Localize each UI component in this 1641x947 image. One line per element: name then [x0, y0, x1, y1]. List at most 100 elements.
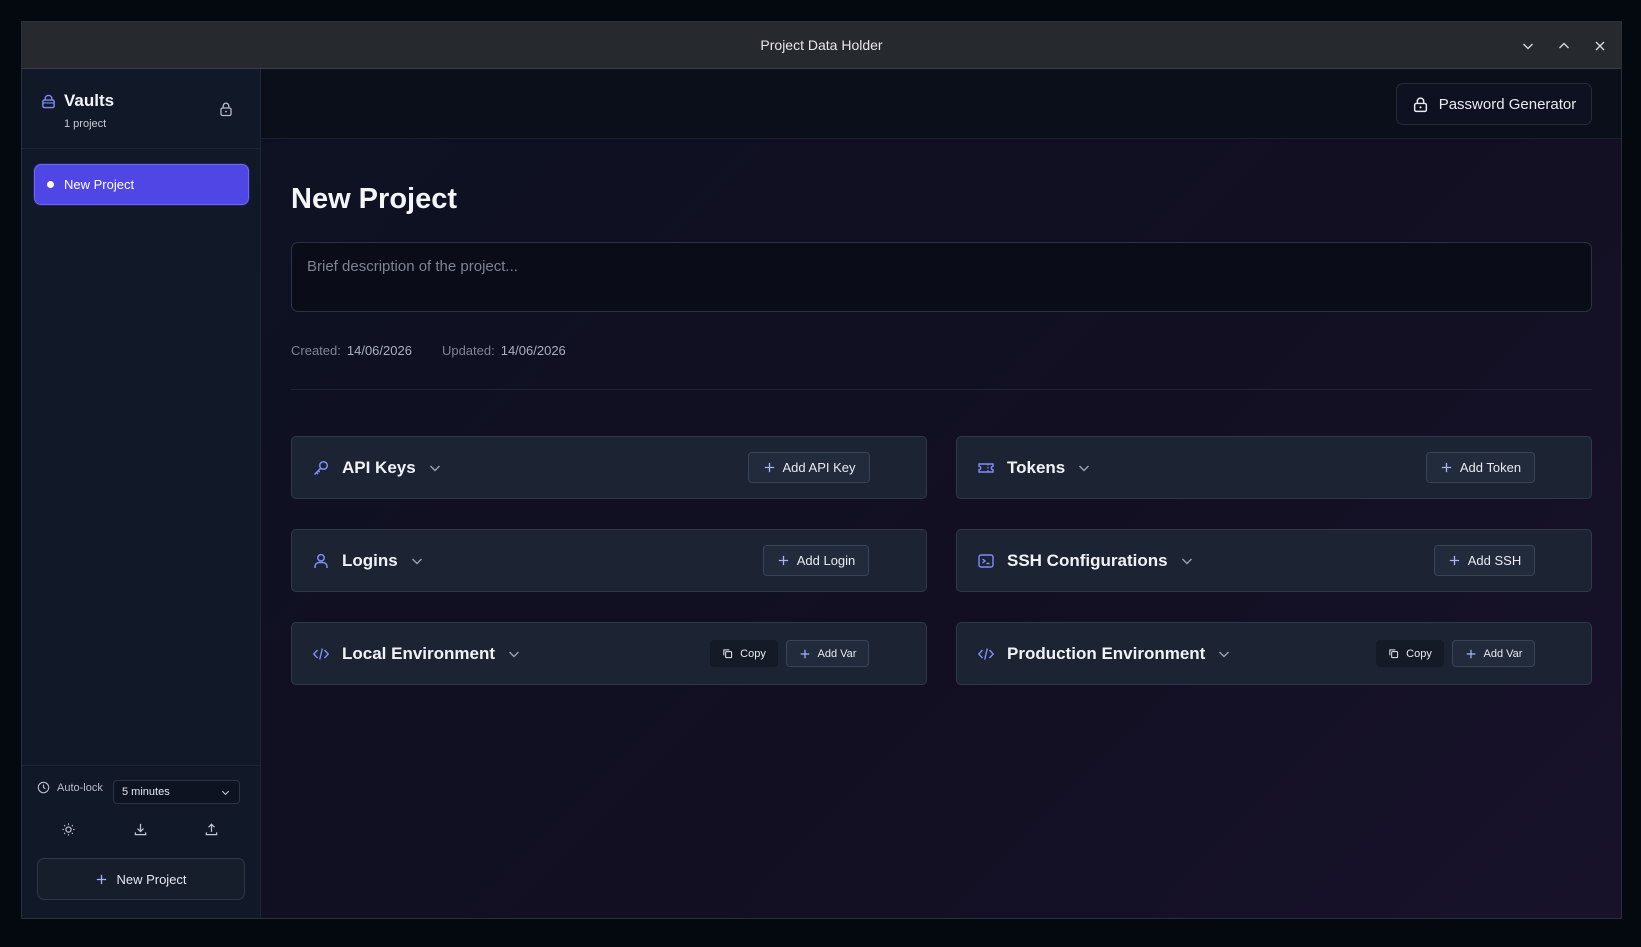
plus-icon: [1441, 462, 1452, 473]
sidebar-header: Vaults 1 project: [22, 69, 260, 149]
section-title: Tokens: [1007, 457, 1066, 477]
button-label: Copy: [740, 647, 766, 660]
chevron-down-icon: [1079, 465, 1090, 471]
section-header[interactable]: Logins: [312, 530, 424, 591]
add-login-button[interactable]: Add Login: [763, 545, 869, 576]
window-title: Project Data Holder: [760, 37, 883, 53]
maximize-button[interactable]: [1553, 35, 1575, 57]
theme-button[interactable]: [61, 822, 77, 838]
sidebar-item-new-project[interactable]: New Project: [34, 164, 249, 205]
copy-icon: [723, 649, 733, 659]
password-generator-button[interactable]: Password Generator: [1396, 83, 1592, 125]
password-generator-label: Password Generator: [1438, 95, 1577, 113]
chevron-down-icon: [411, 558, 422, 564]
vault-icon: [42, 94, 55, 108]
description-input[interactable]: [291, 242, 1592, 312]
ticket-icon: [978, 462, 994, 473]
minimize-button[interactable]: [1517, 35, 1539, 57]
import-button[interactable]: [133, 822, 149, 838]
button-label: Add Login: [796, 553, 856, 568]
created-value: 14/06/2026: [346, 343, 412, 358]
brand: Vaults: [41, 91, 114, 111]
chevron-down-icon: [221, 790, 230, 795]
plus-icon: [778, 555, 788, 566]
section-title: Local Environment: [342, 643, 496, 663]
plus-icon: [1449, 555, 1459, 566]
close-icon: [1595, 41, 1605, 50]
app-window: Project Data Holder Vaults 1 project New…: [21, 21, 1622, 919]
divider: [291, 389, 1592, 390]
terminal-icon: [978, 553, 994, 568]
section-header[interactable]: SSH Configurations: [977, 530, 1194, 591]
section-tokens: Tokens Add Token: [956, 436, 1592, 499]
page-title: New Project: [291, 183, 457, 215]
updated-label: Updated:: [441, 343, 495, 358]
add-api-key-button[interactable]: Add API Key: [748, 452, 870, 483]
section-header[interactable]: API Keys: [312, 437, 442, 498]
key-icon: [313, 460, 329, 475]
section-title: API Keys: [342, 457, 416, 477]
section-logins: Logins Add Login: [291, 529, 927, 592]
button-label: Add SSH: [1467, 553, 1522, 568]
main-content: Password Generator New Project Created: 1…: [261, 69, 1621, 918]
add-ssh-button[interactable]: Add SSH: [1434, 545, 1535, 576]
export-button[interactable]: [204, 822, 220, 838]
chevron-down-icon: [1523, 43, 1533, 49]
section-local-environment: Local Environment Copy Add Var: [291, 622, 927, 685]
add-token-button[interactable]: Add Token: [1426, 452, 1535, 483]
copy-icon: [1389, 649, 1399, 659]
code-icon: [977, 647, 995, 660]
new-project-button[interactable]: New Project: [37, 858, 245, 900]
section-header[interactable]: Production Environment: [977, 623, 1231, 684]
lock-vault-button[interactable]: [218, 101, 236, 119]
user-icon: [314, 553, 328, 568]
button-label: Add Var: [817, 647, 857, 660]
add-var-button[interactable]: Add Var: [1452, 640, 1535, 667]
brand-name: Vaults: [64, 91, 115, 110]
sidebar-footer: Auto-lock 5 minutes New Project: [22, 765, 260, 918]
button-label: Add Token: [1459, 460, 1522, 475]
plus-icon: [1466, 649, 1475, 658]
updated-value: 14/06/2026: [500, 343, 566, 358]
new-project-label: New Project: [116, 871, 187, 887]
section-title: SSH Configurations: [1007, 550, 1168, 570]
section-title: Logins: [342, 550, 398, 570]
top-bar: Password Generator: [261, 69, 1621, 139]
add-var-button[interactable]: Add Var: [786, 640, 869, 667]
updated-meta: Updated: 14/06/2026: [442, 343, 566, 358]
autolock-value: 5 minutes: [122, 786, 170, 798]
autolock-label: Auto-lock: [57, 781, 103, 794]
sun-icon: [62, 823, 75, 836]
project-count: 1 project: [64, 118, 107, 130]
download-icon: [134, 823, 147, 836]
lock-icon: [1413, 96, 1427, 112]
title-bar: Project Data Holder: [22, 22, 1621, 69]
close-button[interactable]: [1589, 35, 1611, 57]
section-header[interactable]: Local Environment: [312, 623, 521, 684]
plus-icon: [800, 649, 809, 658]
button-label: Copy: [1406, 647, 1432, 660]
button-label: Add Var: [1483, 647, 1523, 660]
autolock: Auto-lock: [37, 781, 103, 794]
copy-env-button[interactable]: Copy: [1376, 640, 1444, 667]
autolock-select[interactable]: 5 minutes: [113, 780, 240, 804]
copy-env-button[interactable]: Copy: [710, 640, 778, 667]
code-icon: [312, 647, 330, 660]
chevron-down-icon: [509, 651, 520, 657]
window-controls: [1517, 22, 1611, 69]
project-meta: Created: 14/06/2026 Updated: 14/06/2026: [291, 343, 566, 358]
section-ssh: SSH Configurations Add SSH: [956, 529, 1592, 592]
section-api-keys: API Keys Add API Key: [291, 436, 927, 499]
plus-icon: [97, 874, 107, 884]
lock-icon: [220, 102, 232, 117]
section-header[interactable]: Tokens: [977, 437, 1091, 498]
sidebar-item-label: New Project: [64, 177, 135, 192]
chevron-up-icon: [1559, 42, 1569, 48]
clock-icon: [37, 781, 50, 794]
active-dot: [47, 181, 54, 188]
section-title: Production Environment: [1007, 643, 1206, 663]
plus-icon: [764, 462, 774, 473]
sidebar: Vaults 1 project New Project Auto-lock 5…: [22, 69, 261, 918]
section-production-environment: Production Environment Copy Add Var: [956, 622, 1592, 685]
button-label: Add API Key: [782, 460, 856, 475]
